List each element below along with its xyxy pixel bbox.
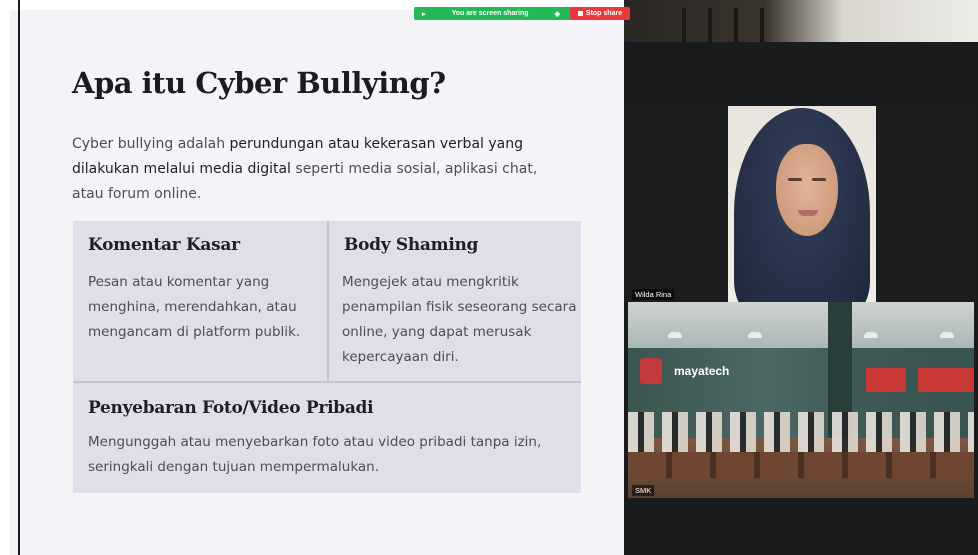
curtain [918, 368, 974, 392]
participant-name: Wilda Rina [632, 289, 675, 300]
window-bar [760, 8, 764, 42]
mouth [798, 210, 818, 216]
card-title: Komentar Kasar [88, 235, 240, 255]
card-title: Body Shaming [344, 235, 479, 255]
window-bar [682, 8, 686, 42]
participant-name: SMK [632, 485, 655, 496]
ceiling-lamp [864, 332, 878, 338]
eye [812, 178, 826, 181]
desks [628, 452, 974, 478]
card-body: Mengejek atau mengkritik penampilan fisi… [342, 274, 577, 365]
participants-panel: Wilda Rina mayatech SMK [624, 0, 978, 555]
bullying-types-grid: Komentar Kasar Pesan atau komentar yang … [73, 221, 581, 493]
window-bar [734, 8, 738, 42]
students [628, 412, 974, 452]
ceiling-lamp [940, 332, 954, 338]
video-tile-smk[interactable]: mayatech SMK [628, 302, 974, 498]
card-body: Mengunggah atau menyebarkan foto atau vi… [88, 434, 542, 475]
video-tile-wilda-rina[interactable]: Wilda Rina [628, 106, 974, 302]
card-penyebaran-foto: Penyebaran Foto/Video Pribadi Mengunggah… [73, 383, 581, 493]
camera-top-strip [624, 0, 978, 42]
slide-intro: Cyber bullying adalah perundungan atau k… [72, 132, 572, 207]
ceiling-lamp [668, 332, 682, 338]
participant-video [728, 106, 876, 302]
screen-sharing-text: You are screen sharing [451, 10, 529, 17]
stop-share-label: Stop share [585, 10, 623, 17]
window-bar [708, 8, 712, 42]
room-banner-text: mayatech [674, 364, 730, 378]
banner-logo [640, 358, 662, 384]
card-title: Penyebaran Foto/Video Pribadi [88, 398, 374, 418]
shared-slide: ▸ You are screen sharing ◈ Stop share Ap… [0, 0, 634, 555]
screen-share-bar: ▸ You are screen sharing ◈ Stop share [414, 7, 630, 20]
ceiling-lamp [748, 332, 762, 338]
slide-title: Apa itu Cyber Bullying? [72, 66, 446, 100]
curtain [866, 368, 906, 392]
stop-icon [577, 11, 583, 16]
stop-share-button[interactable]: Stop share [570, 7, 630, 20]
eye [788, 178, 802, 181]
participant-hijab [734, 108, 870, 302]
card-body: Pesan atau komentar yang menghina, meren… [88, 274, 301, 340]
screen-sharing-indicator[interactable]: ▸ You are screen sharing ◈ [414, 7, 570, 20]
shield-icon: ◈ [554, 10, 560, 18]
intro-text-1: Cyber bullying adalah [72, 136, 230, 152]
screen-share-icon: ▸ [422, 10, 426, 18]
card-komentar-kasar: Komentar Kasar Pesan atau komentar yang … [73, 221, 327, 381]
participant-face [776, 144, 838, 236]
card-body-shaming: Body Shaming Mengejek atau mengkritik pe… [329, 221, 581, 381]
